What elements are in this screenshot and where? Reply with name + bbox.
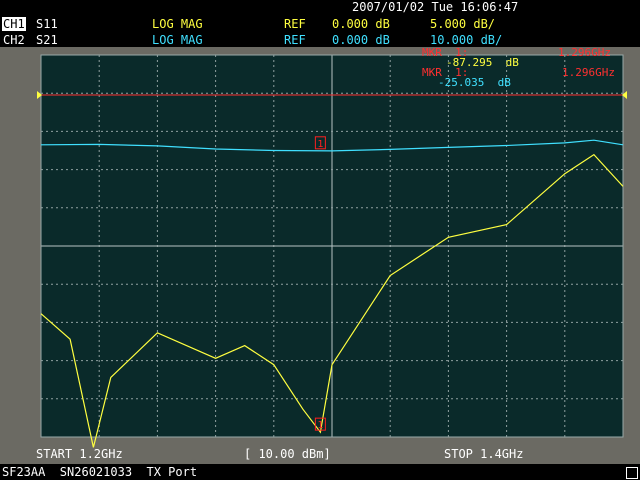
source-power[interactable]: [ 10.00 dBm] bbox=[244, 447, 331, 461]
mkr-ch2-value: -25.035 dB bbox=[438, 76, 511, 89]
trace-plot: 1 1 bbox=[37, 54, 627, 448]
mkr-ch2-freq: 1.296GHz bbox=[562, 66, 615, 79]
s11-marker-label: 1 bbox=[317, 420, 323, 431]
status-text: SF23AA SN26021033 TX Port bbox=[2, 465, 198, 479]
status-indicator-icon bbox=[626, 467, 638, 479]
s21-marker-label: 1 bbox=[317, 139, 323, 150]
mkr-ch1-freq: 1.296GHz bbox=[558, 46, 611, 59]
stop-frequency[interactable]: STOP 1.4GHz bbox=[444, 447, 523, 461]
s21-marker[interactable]: 1 bbox=[314, 136, 326, 150]
status-bar: SF23AA SN26021033 TX Port bbox=[0, 464, 640, 480]
sweep-footer: START 1.2GHz [ 10.00 dBm] STOP 1.4GHz bbox=[0, 447, 640, 463]
start-frequency[interactable]: START 1.2GHz bbox=[36, 447, 123, 461]
graticule bbox=[40, 54, 624, 438]
s11-marker[interactable]: 1 bbox=[314, 417, 326, 431]
